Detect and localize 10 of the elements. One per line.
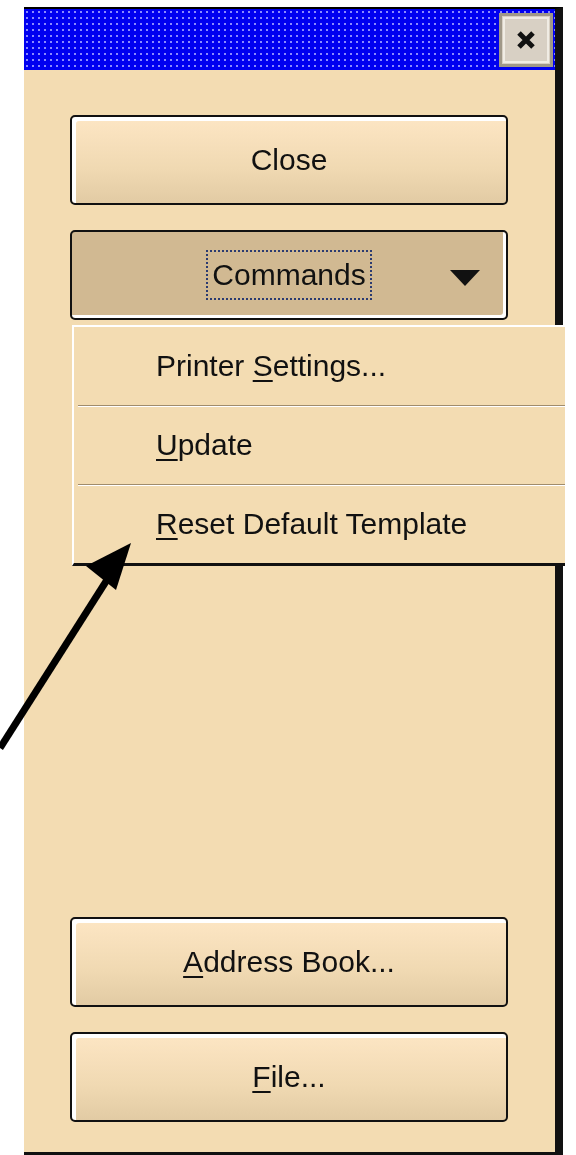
close-button[interactable]: Close bbox=[70, 115, 508, 205]
menu-item[interactable]: Printer Settings... bbox=[78, 327, 565, 406]
address-book-button[interactable]: Address Book... bbox=[70, 917, 508, 1007]
file-button[interactable]: File... bbox=[70, 1032, 508, 1122]
menu-item[interactable]: Reset Default Template bbox=[78, 485, 565, 563]
caret-icon bbox=[450, 270, 480, 286]
close-button[interactable] bbox=[499, 12, 553, 67]
menu-item[interactable]: Update bbox=[78, 406, 565, 485]
commands-dropdown[interactable]: Commands bbox=[70, 230, 508, 320]
close-icon bbox=[516, 29, 536, 50]
